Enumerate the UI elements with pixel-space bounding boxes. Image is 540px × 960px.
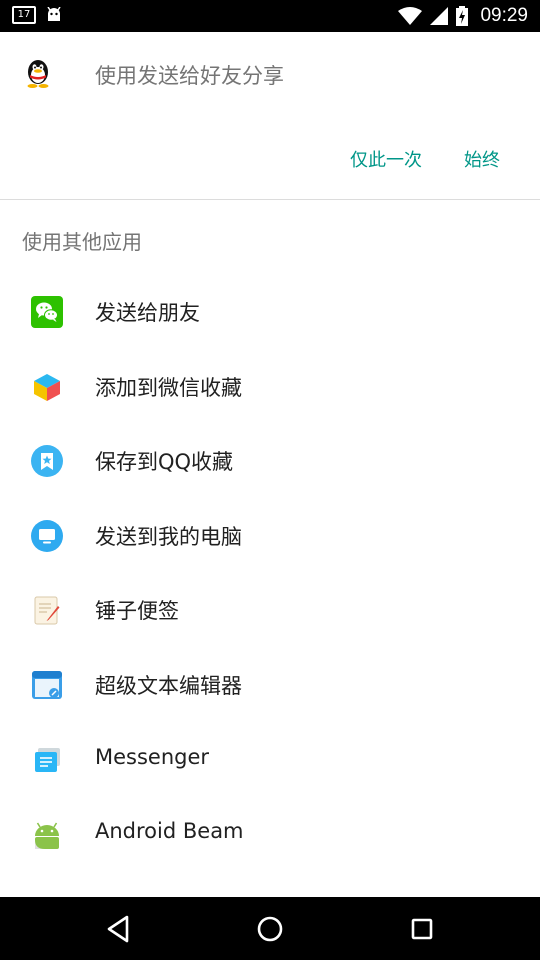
back-triangle-icon[interactable] xyxy=(101,911,137,947)
just-once-button[interactable]: 仅此一次 xyxy=(350,146,422,172)
share-target-title[interactable]: 使用发送给好友分享 xyxy=(95,60,284,90)
app-label: 发送到我的电脑 xyxy=(95,524,242,549)
app-item-messenger[interactable]: Messenger xyxy=(0,723,540,798)
always-button[interactable]: 始终 xyxy=(464,146,500,172)
app-item-send-to-computer[interactable]: 发送到我的电脑 xyxy=(0,499,540,574)
app-label: Android Beam xyxy=(95,819,244,844)
cell-signal-icon xyxy=(430,7,449,25)
app-label: 发送给朋友 xyxy=(95,301,200,325)
text-editor-icon xyxy=(32,670,62,699)
qq-penguin-icon xyxy=(27,60,49,88)
app-label: Messenger xyxy=(95,744,210,769)
app-item-text-editor[interactable]: 超级文本编辑器 xyxy=(0,648,540,723)
home-circle-icon[interactable] xyxy=(252,911,288,947)
qq-favorites-star-icon xyxy=(31,445,63,478)
app-item-wechat-favorites[interactable]: 添加到微信收藏 xyxy=(0,350,540,425)
computer-monitor-icon xyxy=(31,519,63,552)
app-label: 保存到QQ收藏 xyxy=(95,450,234,475)
notepad-icon xyxy=(34,596,60,625)
app-item-qq-favorites[interactable]: 保存到QQ收藏 xyxy=(0,424,540,499)
recents-square-icon[interactable] xyxy=(404,911,440,947)
app-item-hammer-notes[interactable]: 锤子便签 xyxy=(0,573,540,648)
other-apps-header: 使用其他应用 xyxy=(22,230,142,254)
status-bar: 17 09:29 xyxy=(0,0,540,32)
app-label: 锤子便签 xyxy=(95,599,179,624)
wechat-favorites-cube-icon xyxy=(34,373,60,401)
preferred-share-target: 使用发送给好友分享 仅此一次 始终 xyxy=(0,32,540,200)
status-bar-system: 09:29 xyxy=(398,0,528,32)
app-label: 添加到微信收藏 xyxy=(95,375,242,400)
android-notification-icon xyxy=(47,7,61,21)
calendar-icon: 17 xyxy=(12,6,36,24)
navigation-bar xyxy=(0,897,540,960)
app-label: 超级文本编辑器 xyxy=(95,673,242,698)
battery-charging-icon xyxy=(456,6,469,26)
app-item-android-beam[interactable]: Android Beam xyxy=(0,797,540,872)
app-list: 发送给朋友 添加到微信收藏 保存到QQ收藏 发送到我的电脑 锤子便签 超级文本编… xyxy=(0,275,540,872)
android-icon xyxy=(35,822,59,850)
clock: 09:29 xyxy=(480,5,528,26)
wifi-icon xyxy=(398,7,423,25)
status-bar-notifications: 17 xyxy=(12,6,62,24)
wechat-icon xyxy=(31,296,63,328)
app-item-wechat-send[interactable]: 发送给朋友 xyxy=(0,275,540,350)
messenger-icon xyxy=(35,747,60,772)
